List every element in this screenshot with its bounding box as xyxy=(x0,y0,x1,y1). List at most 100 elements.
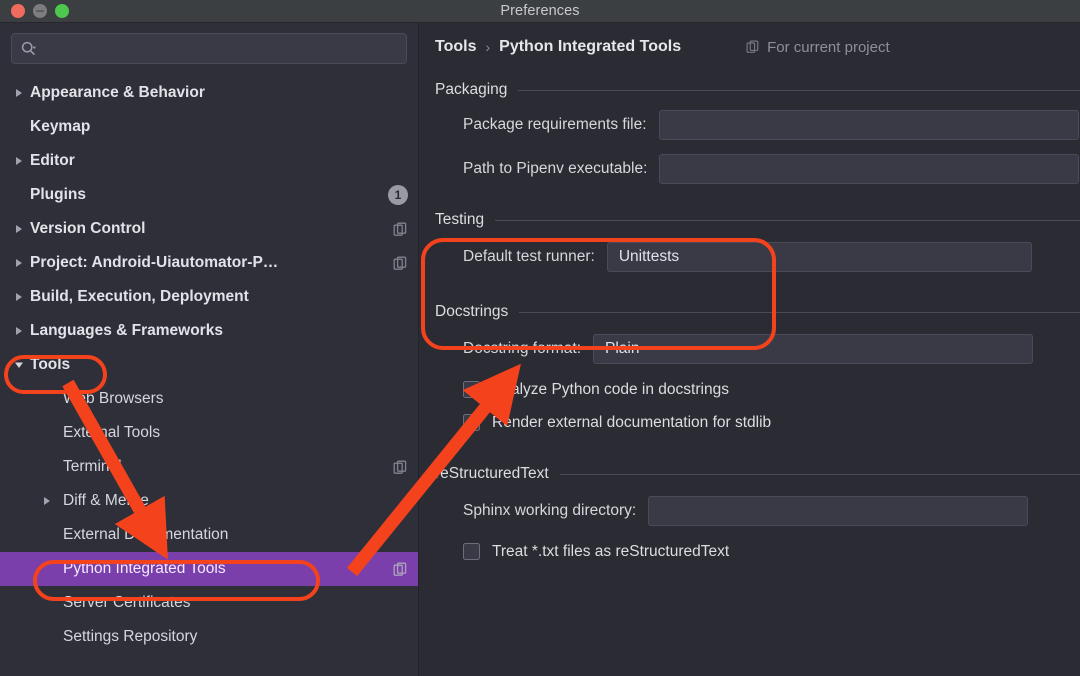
chevron-down-icon[interactable] xyxy=(14,360,30,370)
docstring-format-row: Docstring format: Plain xyxy=(420,325,1080,373)
sidebar-item-python-integrated-tools[interactable]: Python Integrated Tools xyxy=(0,552,418,586)
render-external-docs-checkbox[interactable] xyxy=(463,414,480,431)
search-icon xyxy=(20,40,38,58)
plugins-update-badge: 1 xyxy=(388,185,408,205)
sidebar-item-tools[interactable]: Tools xyxy=(0,348,418,382)
copy-icon xyxy=(746,40,760,54)
sidebar-item-trailing: 1 xyxy=(388,185,408,205)
sphinx-working-directory-row: Sphinx working directory: xyxy=(420,487,1080,535)
sidebar-item-external-documentation[interactable]: External Documentation xyxy=(0,518,418,552)
sidebar-item-label: External Tools xyxy=(63,424,160,442)
sidebar-item-trailing xyxy=(393,460,408,475)
default-test-runner-dropdown[interactable]: Unittests xyxy=(607,242,1032,272)
scope-note-label: For current project xyxy=(767,39,890,56)
chevron-right-icon[interactable] xyxy=(14,156,30,166)
preferences-window: Preferences Appearance & Behavior Keymap E… xyxy=(0,0,1080,676)
sidebar-item-external-tools[interactable]: External Tools xyxy=(0,416,418,450)
settings-sidebar: Appearance & Behavior Keymap Editor Plugins… xyxy=(0,23,419,676)
copy-icon xyxy=(393,562,408,577)
section-divider xyxy=(560,474,1080,475)
chevron-right-icon[interactable] xyxy=(42,496,58,506)
sidebar-item-plugins[interactable]: Plugins1 xyxy=(0,178,418,212)
chevron-right-icon[interactable] xyxy=(14,88,30,98)
sidebar-item-label: Web Browsers xyxy=(63,390,164,408)
sidebar-item-editor[interactable]: Editor xyxy=(0,144,418,178)
sidebar-item-web-browsers[interactable]: Web Browsers xyxy=(0,382,418,416)
breadcrumb-current: Python Integrated Tools xyxy=(499,38,681,56)
sidebar-item-label: Settings Repository xyxy=(63,628,197,646)
sidebar-item-trailing xyxy=(393,562,408,577)
scope-note: For current project xyxy=(746,39,890,56)
sidebar-item-label: Keymap xyxy=(30,118,90,136)
section-packaging-header: Packaging xyxy=(420,77,1080,103)
copy-icon xyxy=(393,256,408,271)
chevron-right-icon[interactable] xyxy=(14,224,30,234)
package-requirements-row: Package requirements file: xyxy=(420,103,1080,147)
close-button[interactable] xyxy=(11,4,25,18)
sidebar-item-label: Languages & Frameworks xyxy=(30,322,223,340)
search-input[interactable] xyxy=(42,41,398,56)
sidebar-item-label: Editor xyxy=(30,152,75,170)
section-divider xyxy=(495,220,1080,221)
section-title-restructuredtext: reStructuredText xyxy=(435,465,549,483)
docstring-format-label: Docstring format: xyxy=(463,340,581,358)
package-requirements-label: Package requirements file: xyxy=(463,116,647,134)
chevron-right-icon[interactable] xyxy=(14,292,30,302)
default-test-runner-label: Default test runner: xyxy=(463,248,595,266)
window-title: Preferences xyxy=(0,0,1080,23)
sidebar-item-project-android-uiautomator-p[interactable]: Project: Android-Uiautomator-P… xyxy=(0,246,418,280)
render-external-docs-row[interactable]: Render external documentation for stdlib xyxy=(420,406,1080,439)
minimize-button[interactable] xyxy=(33,4,47,18)
sidebar-item-label: Python Integrated Tools xyxy=(63,560,226,578)
sidebar-item-version-control[interactable]: Version Control xyxy=(0,212,418,246)
section-restructuredtext-header: reStructuredText xyxy=(420,461,1080,487)
chevron-right-icon[interactable] xyxy=(14,326,30,336)
sidebar-item-server-certificates[interactable]: Server Certificates xyxy=(0,586,418,620)
copy-icon xyxy=(393,460,408,475)
sidebar-item-build-execution-deployment[interactable]: Build, Execution, Deployment xyxy=(0,280,418,314)
treat-txt-as-rst-label: Treat *.txt files as reStructuredText xyxy=(492,543,729,561)
treat-txt-as-rst-row[interactable]: Treat *.txt files as reStructuredText xyxy=(420,535,1080,568)
sidebar-item-appearance-behavior[interactable]: Appearance & Behavior xyxy=(0,76,418,110)
breadcrumb-parent[interactable]: Tools xyxy=(435,38,476,56)
section-title-testing: Testing xyxy=(435,211,484,229)
render-external-docs-label: Render external documentation for stdlib xyxy=(492,414,771,432)
sidebar-item-terminal[interactable]: Terminal xyxy=(0,450,418,484)
breadcrumb-separator-icon: › xyxy=(485,39,490,55)
breadcrumb: Tools › Python Integrated Tools For curr… xyxy=(420,23,1080,71)
sidebar-item-trailing xyxy=(393,222,408,237)
sidebar-item-keymap[interactable]: Keymap xyxy=(0,110,418,144)
analyze-python-code-checkbox[interactable] xyxy=(463,381,480,398)
sidebar-item-label: Version Control xyxy=(30,220,145,238)
section-divider xyxy=(519,312,1080,313)
pipenv-path-row: Path to Pipenv executable: xyxy=(420,147,1080,191)
window-titlebar: Preferences xyxy=(0,0,1080,23)
treat-txt-as-rst-checkbox[interactable] xyxy=(463,543,480,560)
zoom-button[interactable] xyxy=(55,4,69,18)
default-test-runner-row: Default test runner: Unittests xyxy=(420,233,1080,281)
sidebar-item-label: Project: Android-Uiautomator-P… xyxy=(30,254,278,272)
sidebar-item-settings-repository[interactable]: Settings Repository xyxy=(0,620,418,654)
search-box[interactable] xyxy=(11,33,407,64)
sidebar-item-label: Terminal xyxy=(63,458,122,476)
sidebar-item-label: Appearance & Behavior xyxy=(30,84,205,102)
sidebar-item-diff-merge[interactable]: Diff & Merge xyxy=(0,484,418,518)
analyze-python-code-row[interactable]: Analyze Python code in docstrings xyxy=(420,373,1080,406)
sidebar-item-label: External Documentation xyxy=(63,526,228,544)
chevron-right-icon[interactable] xyxy=(14,258,30,268)
settings-tree: Appearance & Behavior Keymap Editor Plugins… xyxy=(0,76,418,654)
section-title-packaging: Packaging xyxy=(435,81,507,99)
section-divider xyxy=(518,90,1080,91)
sidebar-item-label: Build, Execution, Deployment xyxy=(30,288,249,306)
package-requirements-input[interactable] xyxy=(659,110,1079,140)
sidebar-item-label: Diff & Merge xyxy=(63,492,149,510)
sphinx-working-directory-label: Sphinx working directory: xyxy=(463,502,636,520)
section-title-docstrings: Docstrings xyxy=(435,303,508,321)
sidebar-item-label: Tools xyxy=(30,356,70,374)
sphinx-working-directory-input[interactable] xyxy=(648,496,1028,526)
section-testing-header: Testing xyxy=(420,207,1080,233)
copy-icon xyxy=(393,222,408,237)
pipenv-path-input[interactable] xyxy=(659,154,1079,184)
sidebar-item-languages-frameworks[interactable]: Languages & Frameworks xyxy=(0,314,418,348)
docstring-format-dropdown[interactable]: Plain xyxy=(593,334,1033,364)
